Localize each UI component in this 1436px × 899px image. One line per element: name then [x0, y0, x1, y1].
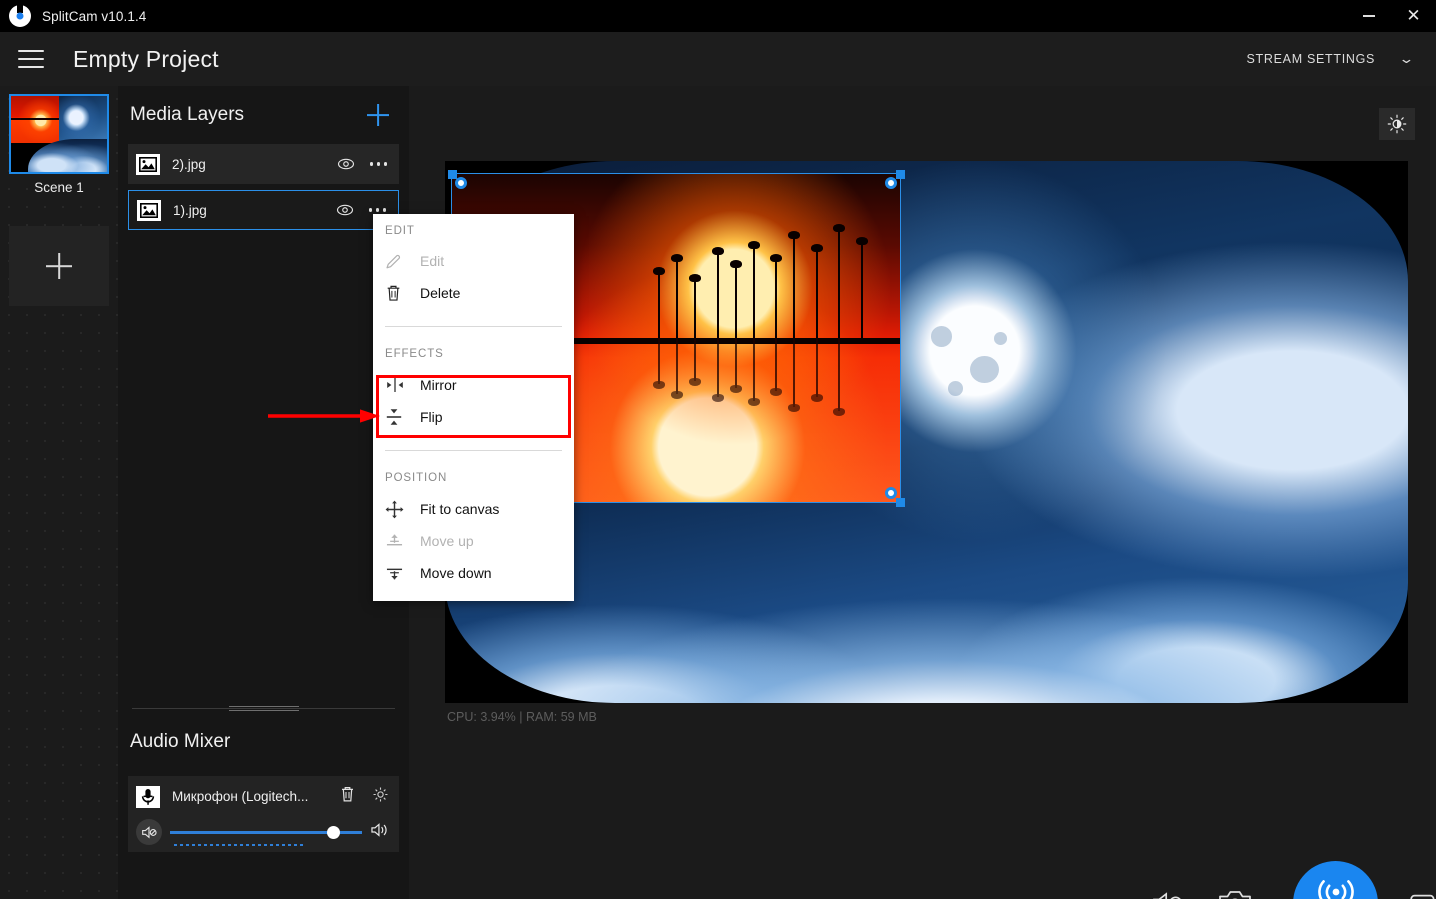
- speaker-on-icon[interactable]: [370, 822, 389, 843]
- context-item-move-down[interactable]: Move down: [373, 557, 574, 589]
- app-title: SplitCam v10.1.4: [42, 8, 147, 24]
- mute-audio-button[interactable]: [1151, 889, 1185, 899]
- scene-thumbnail-scene-1[interactable]: [9, 94, 109, 174]
- app-header: Empty Project STREAM SETTINGS ⌄: [0, 32, 1436, 86]
- add-scene-button[interactable]: [9, 226, 109, 306]
- gear-icon[interactable]: [372, 786, 389, 808]
- media-layers-panel: Media Layers 2).jpg 1).jpg Audio Mixer М…: [118, 86, 409, 899]
- more-options-icon[interactable]: [368, 159, 390, 169]
- resize-grip-icon[interactable]: [132, 703, 395, 713]
- table-row[interactable]: 1).jpg: [128, 190, 399, 230]
- eye-icon[interactable]: [337, 155, 355, 173]
- scene-preview-image: [11, 96, 107, 172]
- layer-actions: [337, 155, 390, 173]
- flip-icon: [385, 407, 411, 427]
- bottom-toolbar: GO LIVE: [818, 826, 1436, 899]
- move-arrows-icon: [385, 500, 411, 519]
- context-item-label: Mirror: [420, 377, 457, 393]
- pencil-icon: [385, 253, 411, 270]
- table-row[interactable]: 2).jpg: [128, 144, 399, 184]
- go-live-button[interactable]: GO LIVE: [1293, 861, 1378, 899]
- context-item-mirror[interactable]: Mirror: [373, 369, 574, 401]
- preview-canvas[interactable]: [445, 161, 1408, 703]
- move-up-icon: [385, 533, 411, 550]
- stream-settings-button[interactable]: STREAM SETTINGS ⌄: [1246, 51, 1415, 67]
- minimize-icon[interactable]: [1346, 0, 1391, 32]
- performance-stats: CPU: 3.94% | RAM: 59 MB: [447, 710, 597, 724]
- context-group-label-effects: EFFECTS: [385, 348, 444, 360]
- context-item-flip[interactable]: Flip: [373, 401, 574, 433]
- move-down-icon: [385, 565, 411, 582]
- context-item-label: Fit to canvas: [420, 501, 500, 517]
- audio-device-card: Микрофон (Logitech...: [128, 776, 399, 852]
- brightness-icon[interactable]: [1379, 108, 1415, 140]
- mirror-icon: [385, 377, 411, 393]
- stream-settings-label: STREAM SETTINGS: [1246, 52, 1376, 66]
- volume-row: [136, 819, 389, 845]
- media-layers-header: Media Layers: [118, 86, 409, 144]
- page-title: Empty Project: [73, 45, 219, 72]
- context-item-label: Flip: [420, 409, 443, 425]
- context-item-label: Move down: [420, 565, 492, 581]
- add-media-layer-button[interactable]: [367, 104, 389, 126]
- plus-icon: [46, 253, 72, 279]
- image-file-icon: [136, 153, 160, 175]
- title-bar: SplitCam v10.1.4 ✕: [0, 0, 1436, 32]
- layer-name: 2).jpg: [172, 156, 206, 172]
- context-item-label: Move up: [420, 533, 474, 549]
- audio-device-actions: [339, 785, 389, 808]
- audio-mixer-title: Audio Mixer: [130, 731, 231, 752]
- eye-icon[interactable]: [336, 201, 354, 219]
- media-layers-title: Media Layers: [130, 104, 245, 125]
- splitcam-logo-icon: [9, 3, 31, 27]
- window-controls: ✕: [1346, 0, 1436, 32]
- volume-slider[interactable]: [170, 824, 362, 840]
- context-item-label: Edit: [420, 253, 445, 269]
- audio-device-name: Микрофон (Logitech...: [172, 789, 309, 804]
- broadcast-icon: [1314, 878, 1358, 899]
- context-item-fit-to-canvas[interactable]: Fit to canvas: [373, 493, 574, 525]
- scene-rail: Scene 1: [0, 86, 118, 899]
- red-arrow-annotation: [268, 409, 380, 423]
- speaker-muted-icon[interactable]: [136, 819, 162, 845]
- layer-context-menu: EDIT Edit Delete EFFECTS Mirror Flip POS…: [373, 214, 574, 601]
- audio-level-meter: [174, 844, 304, 846]
- context-item-label: Delete: [420, 285, 461, 301]
- context-group-label-edit: EDIT: [385, 225, 415, 237]
- trash-icon[interactable]: [339, 785, 356, 808]
- image-file-icon: [137, 199, 161, 221]
- snapshot-button[interactable]: [1218, 888, 1252, 899]
- close-icon[interactable]: ✕: [1391, 0, 1436, 32]
- trash-icon: [385, 284, 411, 302]
- volume-slider-knob[interactable]: [327, 825, 340, 839]
- context-item-move-up[interactable]: Move up: [373, 525, 574, 557]
- audio-device-row: Микрофон (Logitech...: [136, 785, 389, 808]
- splitcam-window: SplitCam v10.1.4 ✕ Empty Project STREAM …: [0, 0, 1436, 899]
- context-group-label-position: POSITION: [385, 472, 448, 484]
- microphone-icon: [136, 785, 160, 808]
- hamburger-menu-icon[interactable]: [18, 50, 44, 68]
- layer-name: 1).jpg: [173, 202, 207, 218]
- context-item-delete[interactable]: Delete: [373, 277, 574, 309]
- chevron-down-icon: ⌄: [1398, 51, 1415, 66]
- context-item-edit[interactable]: Edit: [373, 245, 574, 277]
- record-button[interactable]: [1410, 890, 1436, 899]
- scene-label: Scene 1: [34, 180, 84, 195]
